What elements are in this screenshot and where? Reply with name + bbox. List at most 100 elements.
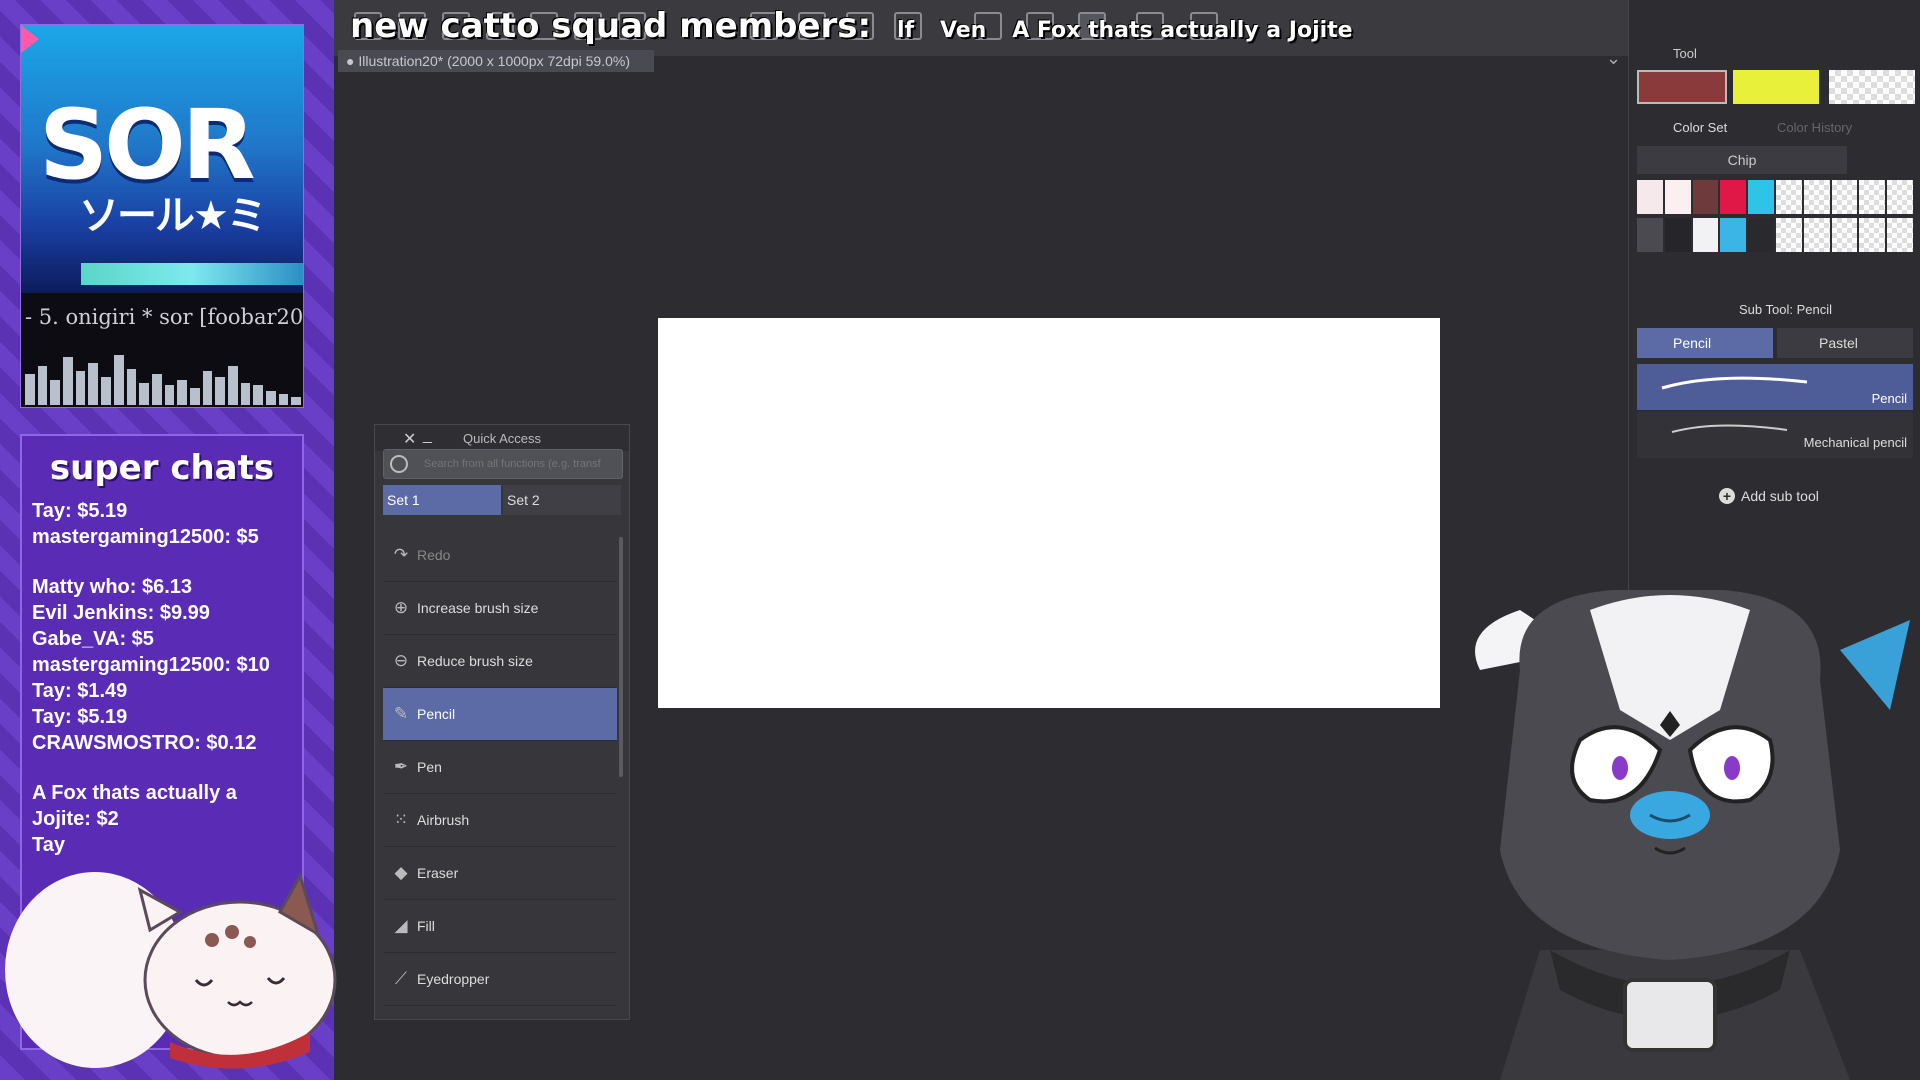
color-chip[interactable]: [1692, 218, 1719, 252]
pencil-icon: ✎: [393, 704, 409, 723]
visualizer-bar: [215, 377, 225, 405]
stream-sidebar: SOR ソール★ミ - 5. onigiri * sor [foobar20 s…: [0, 0, 337, 1080]
eyedropper-icon: ⟋: [395, 969, 407, 988]
quick-access-item-redo[interactable]: ↷ Redo: [383, 529, 617, 582]
visualizer-bar: [25, 374, 35, 405]
add-sub-tool-button[interactable]: + Add sub tool: [1719, 488, 1819, 504]
color-chip[interactable]: [1803, 218, 1830, 252]
visualizer-bar: [126, 369, 137, 405]
color-chip[interactable]: [1664, 180, 1691, 214]
super-chat-entry: Evil Jenkins: $9.99: [32, 602, 210, 624]
tab-color-history[interactable]: Color History: [1777, 120, 1852, 135]
quick-access-list: ↷ Redo ⊕ Increase brush size ⊖ Reduce brush s…: [383, 529, 617, 1006]
color-chip[interactable]: [1720, 218, 1747, 252]
super-chat-entry: mastergaming12500: $10: [32, 654, 270, 676]
visualizer-bar: [266, 391, 276, 405]
color-chip[interactable]: [1859, 180, 1886, 214]
quick-access-search-input[interactable]: [424, 455, 614, 473]
visualizer-bar: [228, 366, 238, 405]
plus-icon: +: [1719, 488, 1735, 504]
visualizer-bar: [240, 383, 251, 405]
overlay-title: new catto squad members:: [350, 6, 872, 46]
transparent-color-swatch[interactable]: [1829, 70, 1915, 104]
color-chip[interactable]: [1664, 218, 1691, 252]
tab-set-2[interactable]: Set 2: [503, 485, 621, 515]
quick-access-item-label: Redo: [417, 547, 451, 563]
quick-access-item-fill[interactable]: ◢ Fill: [383, 900, 617, 953]
quick-access-item-label: Fill: [417, 918, 435, 934]
color-chip[interactable]: [1720, 180, 1747, 214]
minimize-icon[interactable]: _: [423, 427, 432, 445]
quick-access-search[interactable]: [383, 449, 623, 479]
color-chip[interactable]: [1748, 218, 1774, 252]
quick-access-item-airbrush[interactable]: ⁙ Airbrush: [383, 794, 617, 847]
quick-access-item-eraser[interactable]: ◆ Eraser: [383, 847, 617, 900]
add-sub-tool-label: Add sub tool: [1741, 488, 1819, 504]
color-chip[interactable]: [1637, 218, 1663, 252]
quick-access-header[interactable]: ✕ _ Quick Access: [375, 425, 629, 451]
document-tab-label: Illustration20* (2000 x 1000px 72dpi 59.…: [358, 53, 630, 69]
visualizer-bar: [164, 385, 175, 405]
tool-header: Tool: [1673, 46, 1697, 61]
tab-color-set[interactable]: Color Set: [1673, 120, 1727, 135]
quick-access-item-eyedropper[interactable]: ⟋ Eyedropper: [383, 953, 617, 1006]
sub-color-swatch[interactable]: [1733, 70, 1819, 104]
color-chip[interactable]: [1775, 180, 1802, 214]
quick-access-item-label: Reduce brush size: [417, 653, 533, 669]
super-chat-entry: Matty who: $6.13: [32, 576, 193, 598]
super-chat-entry: Tay: $1.49: [32, 680, 128, 702]
chevron-down-icon[interactable]: ⌄: [1606, 48, 1621, 69]
color-chip[interactable]: [1887, 218, 1913, 252]
quick-access-item-label: Eraser: [417, 865, 459, 881]
album-logo-sub: ソール★ミ: [79, 193, 267, 239]
chat-spacer: [32, 550, 296, 574]
color-chip[interactable]: [1803, 180, 1830, 214]
visualizer-bar: [291, 397, 302, 405]
color-chip[interactable]: [1775, 218, 1802, 252]
brush-item-pencil[interactable]: Pencil: [1637, 364, 1913, 410]
brush-item-mechanical-pencil[interactable]: Mechanical pencil: [1637, 412, 1913, 458]
main-color-swatch[interactable]: [1637, 70, 1727, 104]
vtuber-avatar: [1475, 590, 1910, 1080]
visualizer-bar: [75, 371, 86, 405]
quick-access-item-pen[interactable]: ✒ Pen: [383, 741, 617, 794]
visualizer-bar: [113, 355, 124, 405]
quick-access-item-pencil[interactable]: ✎ Pencil: [383, 688, 617, 741]
tab-set-1[interactable]: Set 1: [383, 485, 501, 515]
close-icon[interactable]: ✕: [403, 429, 416, 449]
sub-tool-tab-pencil[interactable]: Pencil: [1637, 328, 1773, 358]
color-chip[interactable]: [1831, 180, 1858, 214]
document-tab[interactable]: ● Illustration20* (2000 x 1000px 72dpi 5…: [338, 50, 654, 72]
audio-visualizer: [25, 347, 302, 405]
visualizer-bar: [189, 388, 200, 405]
quick-access-item-increase-brush-size[interactable]: ⊕ Increase brush size: [383, 582, 617, 635]
super-chats-list: Tay: $5.19 mastergaming12500: $5 Matty who…: [32, 498, 296, 858]
drawing-canvas[interactable]: [658, 318, 1440, 708]
color-chip[interactable]: [1748, 180, 1774, 214]
color-chip[interactable]: [1887, 180, 1913, 214]
color-set-select[interactable]: Chip: [1637, 146, 1847, 174]
color-chip[interactable]: [1637, 180, 1663, 214]
color-chip[interactable]: [1859, 218, 1886, 252]
quick-access-item-label: Eyedropper: [417, 971, 490, 987]
quick-access-item-reduce-brush-size[interactable]: ⊖ Reduce brush size: [383, 635, 617, 688]
brush-size-reduce-icon: ⊖: [393, 651, 409, 670]
visualizer-bar: [37, 366, 48, 405]
quick-access-scrollbar[interactable]: [619, 537, 623, 777]
sub-tool-tab-pastel[interactable]: Pastel: [1777, 328, 1913, 358]
visualizer-bar: [139, 383, 149, 405]
overlay-member-name: A Fox thats actually a Jojite: [1012, 18, 1353, 43]
visualizer-bar: [101, 377, 111, 405]
airbrush-icon: ⁙: [393, 810, 409, 829]
color-chip[interactable]: [1692, 180, 1719, 214]
quick-access-item-label: Increase brush size: [417, 600, 539, 616]
super-chat-entry: Tay: $5.19: [32, 500, 128, 522]
brush-label: Mechanical pencil: [1803, 435, 1907, 450]
visualizer-bar: [88, 363, 99, 405]
album-art-stripe: [81, 263, 303, 285]
super-chat-entry: Tay: $5.19: [32, 706, 128, 728]
brush-size-increase-icon: ⊕: [393, 598, 409, 617]
color-chip[interactable]: [1831, 218, 1858, 252]
visualizer-bar: [151, 374, 162, 405]
super-chat-entry: mastergaming12500: $5: [32, 526, 259, 548]
